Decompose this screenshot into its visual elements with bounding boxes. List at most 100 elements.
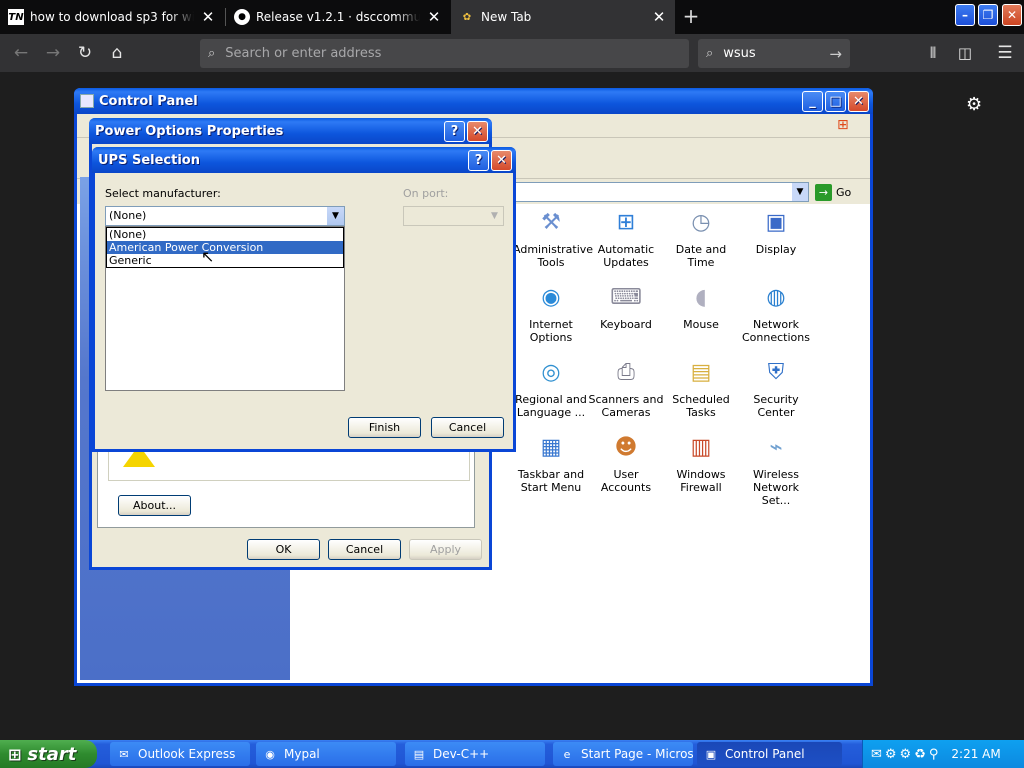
ok-label: OK bbox=[275, 543, 292, 556]
back-arrow-icon[interactable]: ← bbox=[8, 41, 34, 65]
close-window-button[interactable]: ✕ bbox=[1002, 4, 1022, 26]
browser-tab-1[interactable]: TN how to download sp3 for windows ✕ bbox=[0, 0, 224, 34]
home-icon[interactable]: ⌂ bbox=[104, 41, 130, 65]
control-panel-item[interactable]: ▤ Scheduled Tasks bbox=[663, 355, 739, 420]
manufacturer-options: (None) American Power Conversion Generic bbox=[106, 227, 344, 268]
address-dropdown-icon[interactable]: ▼ bbox=[792, 183, 808, 201]
admin-tools-icon: ⚒ bbox=[541, 209, 561, 235]
menu-icon[interactable]: ☰ bbox=[992, 41, 1018, 65]
about-button[interactable]: About... bbox=[118, 495, 191, 516]
help-button[interactable]: ? bbox=[468, 150, 489, 171]
close-button[interactable]: ✕ bbox=[467, 121, 488, 142]
control-panel-item-label: Network Connections bbox=[742, 318, 810, 344]
control-panel-item[interactable]: ▣ Display bbox=[738, 205, 814, 257]
taskbar-button[interactable]: ▣ Control Panel bbox=[697, 742, 842, 766]
wireless-network-icon: ⌁ bbox=[769, 434, 783, 460]
control-panel-item-label: Mouse bbox=[683, 318, 719, 331]
sidebar-icon[interactable]: ◫ bbox=[952, 41, 978, 65]
maximize-button[interactable]: □ bbox=[825, 91, 846, 112]
scanners-cameras-icon: ⎙ bbox=[617, 359, 635, 385]
dialog-title: UPS Selection bbox=[98, 152, 200, 168]
apply-button[interactable]: Apply bbox=[409, 539, 482, 560]
forward-arrow-icon[interactable]: → bbox=[40, 41, 66, 65]
manufacturer-option[interactable]: American Power Conversion bbox=[107, 241, 343, 254]
library-icon[interactable]: ⫴ bbox=[920, 41, 946, 65]
control-panel-icon: ▣ bbox=[705, 747, 717, 761]
manufacturer-option[interactable]: (None) bbox=[107, 228, 343, 241]
control-panel-item[interactable]: ▦ Taskbar and Start Menu bbox=[513, 430, 589, 495]
start-button[interactable]: ⊞ start bbox=[0, 740, 97, 768]
security-center-icon: ⛨ bbox=[767, 359, 785, 385]
manufacturer-option[interactable]: Generic bbox=[107, 254, 343, 267]
restore-window-button[interactable]: ❐ bbox=[978, 4, 998, 26]
control-panel-item-label: Date and Time bbox=[675, 243, 727, 269]
control-panel-item-label: Administrative Tools bbox=[513, 243, 594, 269]
search-icon: ⌕ bbox=[706, 46, 714, 61]
finish-button[interactable]: Finish bbox=[348, 417, 421, 438]
control-panel-item[interactable]: ⌨ Keyboard bbox=[588, 280, 664, 332]
tray-icons[interactable]: ✉⚙⚙♻⚲ bbox=[871, 747, 941, 762]
tab-label: New Tab bbox=[481, 10, 532, 24]
manufacturer-select[interactable]: (None) ▼ bbox=[105, 206, 345, 226]
power-options-titlebar: Power Options Properties ? ✕ bbox=[89, 118, 492, 144]
control-panel-item-label: Taskbar and Start Menu bbox=[517, 468, 585, 494]
control-panel-item[interactable]: ◖ Mouse bbox=[663, 280, 739, 332]
close-button[interactable]: ✕ bbox=[491, 150, 512, 171]
control-panel-item[interactable]: ☻ User Accounts bbox=[588, 430, 664, 495]
taskbar-button[interactable]: ▤ Dev-C++ bbox=[405, 742, 545, 766]
chevron-down-icon[interactable]: ▼ bbox=[327, 207, 344, 225]
close-button[interactable]: ✕ bbox=[848, 91, 869, 112]
control-panel-item-label: Automatic Updates bbox=[597, 243, 655, 269]
cancel-button[interactable]: Cancel bbox=[431, 417, 504, 438]
cancel-button[interactable]: Cancel bbox=[328, 539, 401, 560]
close-tab-icon[interactable]: ✕ bbox=[651, 8, 667, 26]
control-panel-item[interactable]: ▥ Windows Firewall bbox=[663, 430, 739, 495]
minimize-window-button[interactable]: – bbox=[955, 4, 975, 26]
control-panel-item[interactable]: ⊞ Automatic Updates bbox=[588, 205, 664, 270]
control-panel-item[interactable]: ⌁ Wireless Network Set... bbox=[738, 430, 814, 508]
taskbar-button[interactable]: ◉ Mypal bbox=[256, 742, 396, 766]
search-input[interactable]: wsus bbox=[723, 46, 829, 61]
close-tab-icon[interactable]: ✕ bbox=[200, 8, 216, 26]
control-panel-item[interactable]: ⚒ Administrative Tools bbox=[513, 205, 594, 270]
close-tab-icon[interactable]: ✕ bbox=[426, 8, 442, 26]
control-panel-item[interactable]: ◍ Network Connections bbox=[738, 280, 814, 345]
search-go-arrow-icon[interactable]: → bbox=[829, 45, 842, 63]
go-arrow-icon: → bbox=[815, 183, 832, 201]
browser-tab-3[interactable]: ✿ New Tab ✕ bbox=[451, 0, 675, 34]
outlook-express-icon: ✉ bbox=[119, 747, 129, 761]
address-placeholder: Search or enter address bbox=[225, 46, 382, 61]
windows-firewall-icon: ▥ bbox=[690, 434, 712, 460]
address-bar[interactable]: ⌕ Search or enter address bbox=[200, 39, 689, 68]
scheduled-tasks-icon: ▤ bbox=[690, 359, 712, 385]
control-panel-item[interactable]: ⛨ Security Center bbox=[738, 355, 814, 420]
control-panel-item[interactable]: ◷ Date and Time bbox=[663, 205, 739, 270]
browser-tab-bar: TN how to download sp3 for windows ✕ ● R… bbox=[0, 0, 1024, 34]
folder-address-box[interactable]: ▼ bbox=[497, 182, 809, 202]
taskbar-button[interactable]: ✉ Outlook Express bbox=[110, 742, 250, 766]
ok-button[interactable]: OK bbox=[247, 539, 320, 560]
chevron-down-icon[interactable]: ▼ bbox=[486, 207, 503, 225]
control-panel-item[interactable]: ◉ Internet Options bbox=[513, 280, 589, 345]
go-label: Go bbox=[836, 185, 852, 199]
reload-icon[interactable]: ↻ bbox=[72, 41, 98, 65]
clock: 2:21 AM bbox=[951, 747, 1001, 761]
taskbar-button[interactable]: e Start Page - Micros... bbox=[553, 742, 693, 766]
mouse-icon: ◖ bbox=[695, 284, 707, 310]
control-panel-item[interactable]: ⎙ Scanners and Cameras bbox=[588, 355, 664, 420]
minimize-button[interactable]: _ bbox=[802, 91, 823, 112]
manufacturer-listbox[interactable]: (None) American Power Conversion Generic bbox=[105, 226, 345, 391]
gear-icon[interactable]: ⚙ bbox=[966, 94, 982, 115]
new-tab-button[interactable]: + bbox=[680, 4, 702, 28]
help-button[interactable]: ? bbox=[444, 121, 465, 142]
go-button[interactable]: → Go bbox=[815, 182, 863, 202]
search-bar[interactable]: ⌕ wsus → bbox=[698, 39, 850, 68]
control-panel-item[interactable]: ◎ Regional and Language ... bbox=[513, 355, 589, 420]
windows-logo-icon: ⊞ bbox=[8, 744, 22, 764]
control-panel-item-label: Scanners and Cameras bbox=[588, 393, 664, 419]
browser-tab-2[interactable]: ● Release v1.2.1 · dsccommunity/Up ✕ bbox=[226, 0, 450, 34]
port-select[interactable]: ▼ bbox=[403, 206, 504, 226]
taskbar-button-label: Mypal bbox=[284, 747, 320, 761]
port-label: On port: bbox=[403, 187, 449, 200]
network-connections-icon: ◍ bbox=[766, 284, 786, 310]
